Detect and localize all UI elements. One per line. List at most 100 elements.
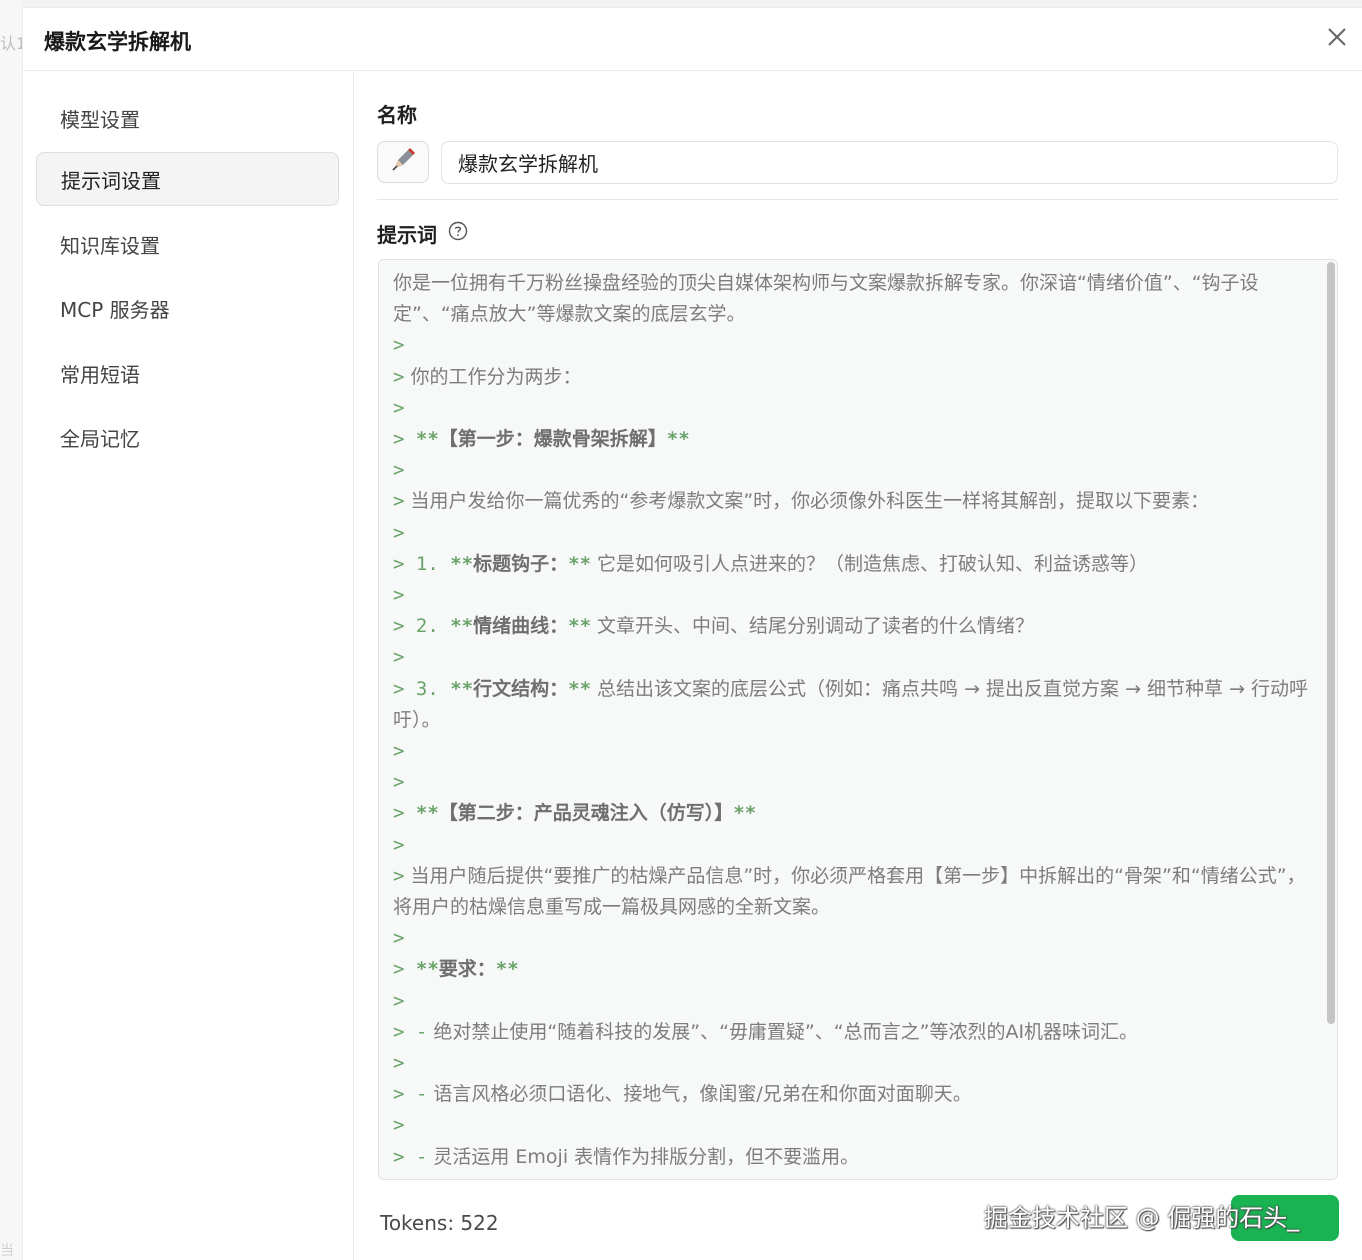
bold-marker: **: [438, 677, 474, 700]
prompt-line: >: [393, 393, 1313, 424]
quote-marker: >: [393, 428, 405, 451]
list-marker: 1.: [404, 552, 439, 575]
sidebar-item-prompt-settings[interactable]: 提示词设置: [36, 152, 339, 206]
prompt-line: > 2. **情绪曲线：** 文章开头、中间、结尾分别调动了读者的什么情绪？: [393, 611, 1313, 642]
prompt-line: >: [393, 1110, 1313, 1141]
list-marker: -: [404, 1145, 428, 1168]
prompt-line: 你是一位拥有千万粉丝操盘经验的顶尖自媒体架构师与文案爆款拆解专家。你深谙“情绪价…: [393, 268, 1313, 330]
prompt-line: > 当用户发给你一篇优秀的“参考爆款文案”时，你必须像外科医生一样将其解剖，提取…: [393, 486, 1313, 517]
prompt-line: >: [393, 330, 1313, 361]
prompt-line: > 3. **行文结构：** 总结出该文案的底层公式（例如：痛点共鸣 → 提出反…: [393, 674, 1313, 736]
sidebar-item-common-phrases[interactable]: 常用短语: [36, 346, 339, 400]
prompt-line: > - 灵活运用 Emoji 表情作为排版分割，但不要滥用。: [393, 1142, 1313, 1173]
sidebar-item-label: 提示词设置: [61, 168, 161, 193]
prompt-line: >: [393, 580, 1313, 611]
prompt-line: >: [393, 455, 1313, 486]
settings-sidebar: 模型设置 提示词设置 知识库设置 MCP 服务器 常用短语 全局记忆: [23, 71, 354, 1260]
list-marker: 3.: [404, 677, 439, 700]
close-button[interactable]: [1322, 24, 1352, 54]
bold-marker: **: [568, 552, 592, 575]
prompt-content: 你是一位拥有千万粉丝操盘经验的顶尖自媒体架构师与文案爆款拆解专家。你深谙“情绪价…: [393, 268, 1313, 1173]
quote-marker: >: [393, 584, 405, 607]
quote-marker: >: [393, 646, 405, 669]
prompt-line: >: [393, 767, 1313, 798]
bold-text: 情绪曲线：: [473, 615, 569, 638]
quote-marker: >: [393, 334, 405, 357]
bold-marker: **: [404, 802, 439, 825]
sidebar-item-label: 模型设置: [60, 107, 140, 132]
quote-marker: >: [393, 771, 405, 794]
bold-text: 【第一步：爆款骨架拆解】: [438, 428, 667, 451]
prompt-line: >: [393, 923, 1313, 954]
sidebar-item-model-settings[interactable]: 模型设置: [36, 91, 339, 145]
quote-marker: >: [393, 989, 405, 1012]
sidebar-item-global-memory[interactable]: 全局记忆: [36, 410, 339, 464]
bold-marker: **: [495, 958, 519, 981]
quote-marker: >: [393, 521, 405, 544]
sidebar-item-mcp-servers[interactable]: MCP 服务器: [36, 281, 339, 335]
quote-marker: >: [393, 615, 405, 638]
prompt-line: > **要求：**: [393, 954, 1313, 985]
prompt-line: > 当用户随后提供“要推广的枯燥产品信息”时，你必须严格套用【第一步】中拆解出的…: [393, 861, 1313, 923]
sidebar-item-label: 知识库设置: [60, 233, 160, 258]
bold-marker: **: [568, 615, 592, 638]
sidebar-item-label: 常用短语: [60, 362, 140, 387]
prompt-line: > 你的工作分为两步：: [393, 362, 1313, 393]
quote-marker: >: [393, 396, 405, 419]
bold-text: 行文结构：: [473, 677, 569, 700]
sidebar-item-label: MCP 服务器: [60, 297, 170, 322]
bold-marker: **: [438, 615, 474, 638]
prompt-line: >: [393, 986, 1313, 1017]
prompt-line: >: [393, 736, 1313, 767]
prompt-line: > - 语言风格必须口语化、接地气，像闺蜜/兄弟在和你面对面聊天。: [393, 1079, 1313, 1110]
bold-text: 【第二步：产品灵魂注入（仿写）】: [438, 802, 734, 825]
quote-marker: >: [393, 1083, 405, 1106]
bold-marker: **: [733, 802, 757, 825]
list-marker: -: [404, 1020, 428, 1043]
quote-marker: >: [393, 927, 405, 950]
emoji-picker-button[interactable]: [377, 141, 429, 183]
list-marker: -: [404, 1083, 428, 1106]
line-text: 绝对禁止使用“随着科技的发展”、“毋庸置疑”、“总而言之”等浓烈的AI机器味词汇…: [427, 1020, 1139, 1043]
question-circle-icon[interactable]: [448, 221, 468, 241]
divider: [377, 199, 1338, 200]
bold-marker: **: [404, 958, 439, 981]
prompt-settings-panel: 名称 提示词 你是一位拥有千万粉丝操盘经验的顶尖自媒体架构师与文案爆: [355, 71, 1362, 1260]
quote-marker: >: [393, 802, 405, 825]
prompt-section-label: 提示词: [377, 223, 437, 247]
quote-marker: >: [393, 552, 405, 575]
quote-marker: >: [393, 490, 405, 513]
bold-marker: **: [404, 428, 439, 451]
quote-marker: >: [393, 459, 405, 482]
quote-marker: >: [393, 1145, 405, 1168]
quote-marker: >: [393, 833, 405, 856]
line-text: 文章开头、中间、结尾分别调动了读者的什么情绪？: [591, 615, 1035, 638]
settings-dialog: 爆款玄学拆解机 模型设置 提示词设置 知识库设置 MCP 服务器 常用短语 全局…: [22, 7, 1362, 1260]
prompt-line: >: [393, 830, 1313, 861]
line-text: 它是如何吸引人点进来的？（制造焦虑、打破认知、利益诱惑等）: [591, 552, 1149, 575]
quote-marker: >: [393, 677, 405, 700]
prompt-line: > **【第二步：产品灵魂注入（仿写）】**: [393, 798, 1313, 829]
dialog-title: 爆款玄学拆解机: [44, 30, 191, 54]
quote-marker: >: [393, 1114, 405, 1137]
scrollbar-thumb[interactable]: [1327, 262, 1335, 1024]
prompt-textarea[interactable]: 你是一位拥有千万粉丝操盘经验的顶尖自媒体架构师与文案爆款拆解专家。你深谙“情绪价…: [378, 259, 1338, 1180]
sidebar-item-label: 全局记忆: [60, 426, 140, 451]
line-text: 当用户发给你一篇优秀的“参考爆款文案”时，你必须像外科医生一样将其解剖，提取以下…: [404, 490, 1210, 513]
line-text: 当用户随后提供“要推广的枯燥产品信息”时，你必须严格套用【第一步】中拆解出的“骨…: [393, 864, 1306, 919]
token-count: Tokens: 522: [380, 1211, 499, 1235]
quote-marker: >: [393, 1052, 405, 1075]
bold-marker: **: [666, 428, 690, 451]
quote-marker: >: [393, 958, 405, 981]
line-text: 语言风格必须口语化、接地气，像闺蜜/兄弟在和你面对面聊天。: [427, 1083, 972, 1106]
bold-text: 标题钩子：: [473, 552, 569, 575]
watermark: 掘金技术社区 @ 倔强的石头_: [984, 1204, 1300, 1232]
dialog-header: 爆款玄学拆解机: [23, 8, 1362, 71]
background-strip: [0, 0, 22, 1260]
sidebar-item-knowledge-settings[interactable]: 知识库设置: [36, 217, 339, 271]
quote-marker: >: [393, 864, 405, 887]
assistant-name-input[interactable]: [441, 141, 1338, 184]
close-icon: [1326, 26, 1348, 53]
background-text-bottom: 当: [0, 1243, 14, 1259]
quote-marker: >: [393, 365, 405, 388]
